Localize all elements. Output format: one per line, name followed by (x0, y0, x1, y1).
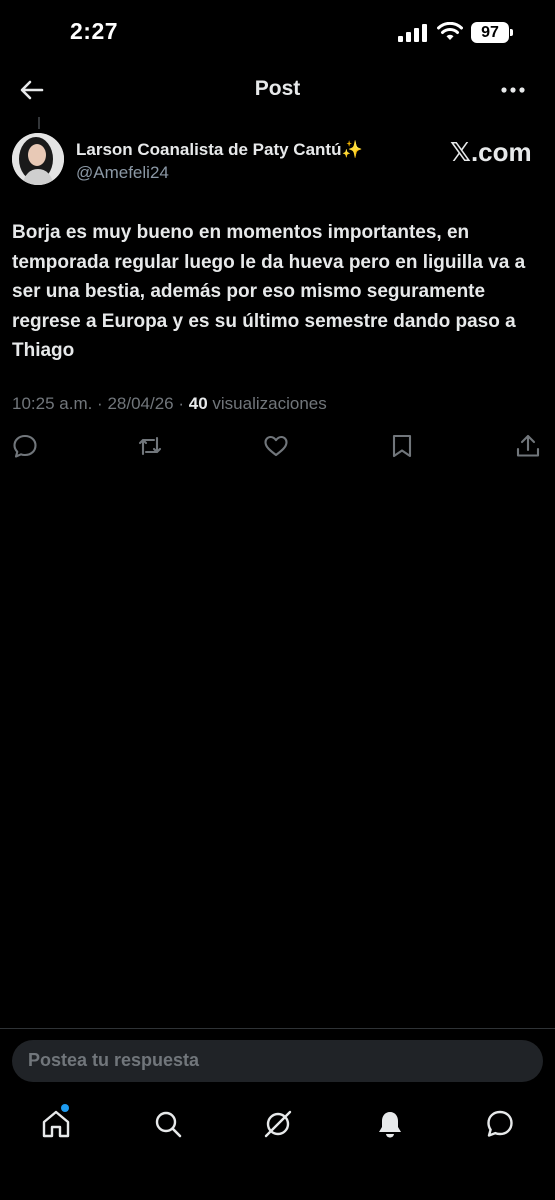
author-name[interactable]: Larson Coanalista de Paty Cantú✨ (76, 140, 363, 160)
avatar[interactable] (12, 133, 64, 185)
grok-icon[interactable] (262, 1108, 294, 1140)
heart-icon[interactable] (263, 433, 289, 459)
more-icon[interactable] (500, 80, 526, 100)
status-time: 2:27 (70, 18, 119, 44)
page-title: Post (254, 77, 301, 100)
bell-icon[interactable] (374, 1108, 406, 1140)
post-meta: 10:25 a.m. · 28/04/26 · 40 visualizacion… (12, 394, 327, 413)
battery-indicator: 97 (471, 22, 509, 43)
battery-nub (510, 29, 513, 36)
bookmark-icon[interactable] (389, 433, 415, 459)
views-count: 40 (188, 394, 208, 413)
x-brand-label: 𝕏.com (450, 137, 532, 167)
reply-placeholder: Postea tu respuesta (28, 1050, 200, 1070)
repost-icon[interactable] (137, 433, 163, 459)
author-handle[interactable]: @Amefeli24 (76, 163, 169, 183)
wifi-icon (437, 22, 463, 40)
share-icon[interactable] (515, 433, 541, 459)
post-date: 28/04/26 (107, 394, 174, 413)
reply-divider (0, 1028, 555, 1029)
reply-icon[interactable] (12, 433, 38, 459)
signal-icon (398, 24, 427, 42)
messages-icon[interactable] (484, 1108, 516, 1140)
notification-dot (61, 1104, 69, 1112)
thread-line (38, 117, 40, 129)
views-label: visualizaciones (212, 394, 327, 413)
post-text: Borja es muy bueno en momentos important… (12, 222, 526, 361)
search-icon[interactable] (152, 1108, 184, 1140)
home-icon[interactable] (40, 1108, 72, 1140)
post-time: 10:25 a.m. (12, 394, 93, 413)
